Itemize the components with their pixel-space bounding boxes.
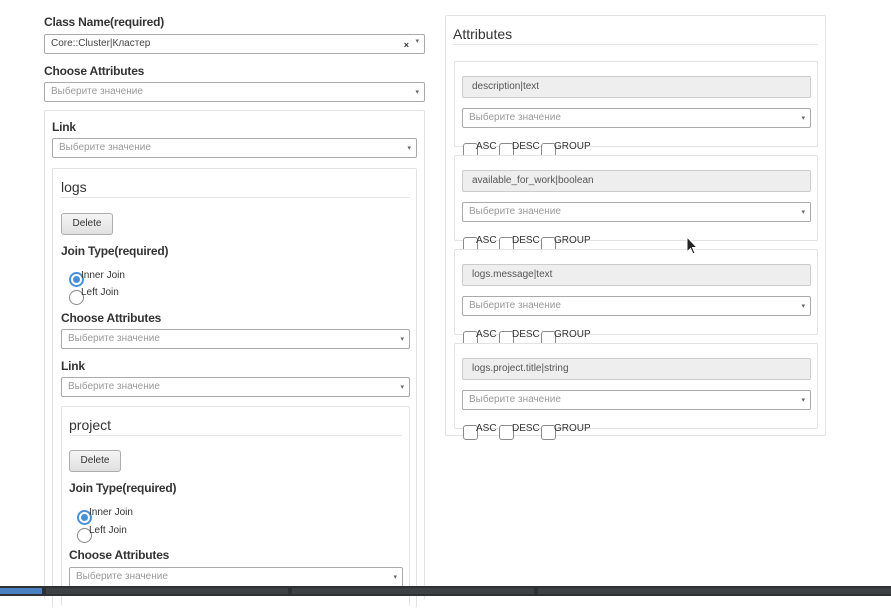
caret-down-icon[interactable]: ▾: [801, 300, 805, 314]
attribute-function-placeholder: Выберите значение: [469, 394, 561, 405]
delete-logs-button[interactable]: Delete: [61, 213, 113, 235]
left-join-label: Left Join: [81, 287, 119, 298]
asc-label: ASC: [476, 235, 497, 246]
choose-attributes-label: Choose Attributes: [69, 548, 170, 562]
attribute-item: description|text Выберите значение ▾ ASC…: [454, 61, 818, 158]
divider: [453, 44, 818, 45]
join-type-label: Join Type(required): [69, 481, 177, 495]
divider: [61, 197, 410, 198]
taskbar-item[interactable]: [46, 588, 288, 594]
link-panel: Link Выберите значение ▾ logs Delete Joi…: [44, 110, 425, 608]
logs-panel: logs Delete Join Type(required) Inner Jo…: [52, 168, 417, 608]
caret-down-icon[interactable]: ▾: [415, 35, 419, 49]
attributes-title: Attributes: [453, 26, 513, 42]
logs-title: logs: [61, 179, 87, 195]
logs-choose-attributes-placeholder: Выберите значение: [68, 333, 160, 344]
attribute-name-field[interactable]: logs.message|text: [462, 264, 811, 286]
attribute-function-select[interactable]: Выберите значение ▾: [462, 202, 811, 222]
project-choose-attributes-select[interactable]: Выберите значение ▾: [69, 567, 403, 587]
attribute-name-field[interactable]: description|text: [462, 76, 811, 98]
attribute-function-placeholder: Выберите значение: [469, 112, 561, 123]
project-choose-attributes-placeholder: Выберите значение: [76, 571, 168, 582]
desc-label: DESC: [512, 141, 540, 152]
desc-label: DESC: [512, 423, 540, 434]
join-type-label: Join Type(required): [61, 244, 169, 258]
attribute-function-select[interactable]: Выберите значение ▾: [462, 390, 811, 410]
group-label: GROUP: [554, 141, 591, 152]
link-label: Link: [61, 359, 85, 373]
inner-join-label: Inner Join: [89, 507, 133, 518]
inner-join-label: Inner Join: [81, 270, 125, 281]
asc-label: ASC: [476, 423, 497, 434]
attribute-function-placeholder: Выберите значение: [469, 206, 561, 217]
attribute-function-select[interactable]: Выберите значение ▾: [462, 296, 811, 316]
attribute-name-field[interactable]: logs.project.title|string: [462, 358, 811, 380]
project-title: project: [69, 417, 112, 433]
group-label: GROUP: [554, 235, 591, 246]
caret-down-icon[interactable]: ▾: [801, 112, 805, 126]
caret-down-icon[interactable]: ▾: [801, 394, 805, 408]
caret-down-icon[interactable]: ▾: [400, 333, 404, 347]
asc-label: ASC: [476, 329, 497, 340]
taskbar-item[interactable]: [538, 588, 891, 594]
clear-x-icon[interactable]: ×: [404, 38, 409, 52]
divider: [69, 435, 402, 436]
left-join-label: Left Join: [89, 525, 127, 536]
caret-down-icon[interactable]: ▾: [415, 86, 419, 100]
choose-attributes-select[interactable]: Выберите значение ▾: [44, 82, 425, 102]
attribute-name-field[interactable]: available_for_work|boolean: [462, 170, 811, 192]
link-select[interactable]: Выберите значение ▾: [52, 138, 417, 158]
attribute-item: logs.project.title|string Выберите значе…: [454, 343, 818, 440]
class-name-label: Class Name(required): [44, 15, 165, 29]
taskbar-active-item[interactable]: [0, 588, 42, 594]
link-placeholder: Выберите значение: [59, 142, 151, 153]
choose-attributes-label: Choose Attributes: [44, 64, 145, 78]
mouse-cursor-icon: [686, 236, 698, 255]
link-label: Link: [52, 120, 76, 134]
caret-down-icon[interactable]: ▾: [407, 142, 411, 156]
attributes-panel: Attributes description|text Выберите зна…: [445, 15, 826, 440]
asc-label: ASC: [476, 141, 497, 152]
logs-choose-attributes-select[interactable]: Выберите значение ▾: [61, 329, 410, 349]
desc-label: DESC: [512, 235, 540, 246]
choose-attributes-label: Choose Attributes: [61, 311, 162, 325]
group-label: GROUP: [554, 329, 591, 340]
desc-label: DESC: [512, 329, 540, 340]
group-label: GROUP: [554, 423, 591, 434]
attribute-item: available_for_work|boolean Выберите знач…: [454, 155, 818, 252]
logs-link-placeholder: Выберите значение: [68, 381, 160, 392]
attribute-item: logs.message|text Выберите значение ▾ AS…: [454, 249, 818, 346]
logs-link-select[interactable]: Выберите значение ▾: [61, 377, 410, 397]
taskbar-item[interactable]: [292, 588, 534, 594]
class-name-value: Core::Cluster|Кластер: [51, 38, 151, 49]
caret-down-icon[interactable]: ▾: [400, 381, 404, 395]
attribute-function-placeholder: Выберите значение: [469, 300, 561, 311]
caret-down-icon[interactable]: ▾: [393, 571, 397, 585]
caret-down-icon[interactable]: ▾: [801, 206, 805, 220]
class-name-select[interactable]: Core::Cluster|Кластер × ▾: [44, 34, 425, 54]
attribute-function-select[interactable]: Выберите значение ▾: [462, 108, 811, 128]
project-panel: project Delete Join Type(required) Inner…: [61, 406, 410, 606]
choose-attributes-placeholder: Выберите значение: [51, 86, 143, 97]
delete-project-button[interactable]: Delete: [69, 450, 121, 472]
